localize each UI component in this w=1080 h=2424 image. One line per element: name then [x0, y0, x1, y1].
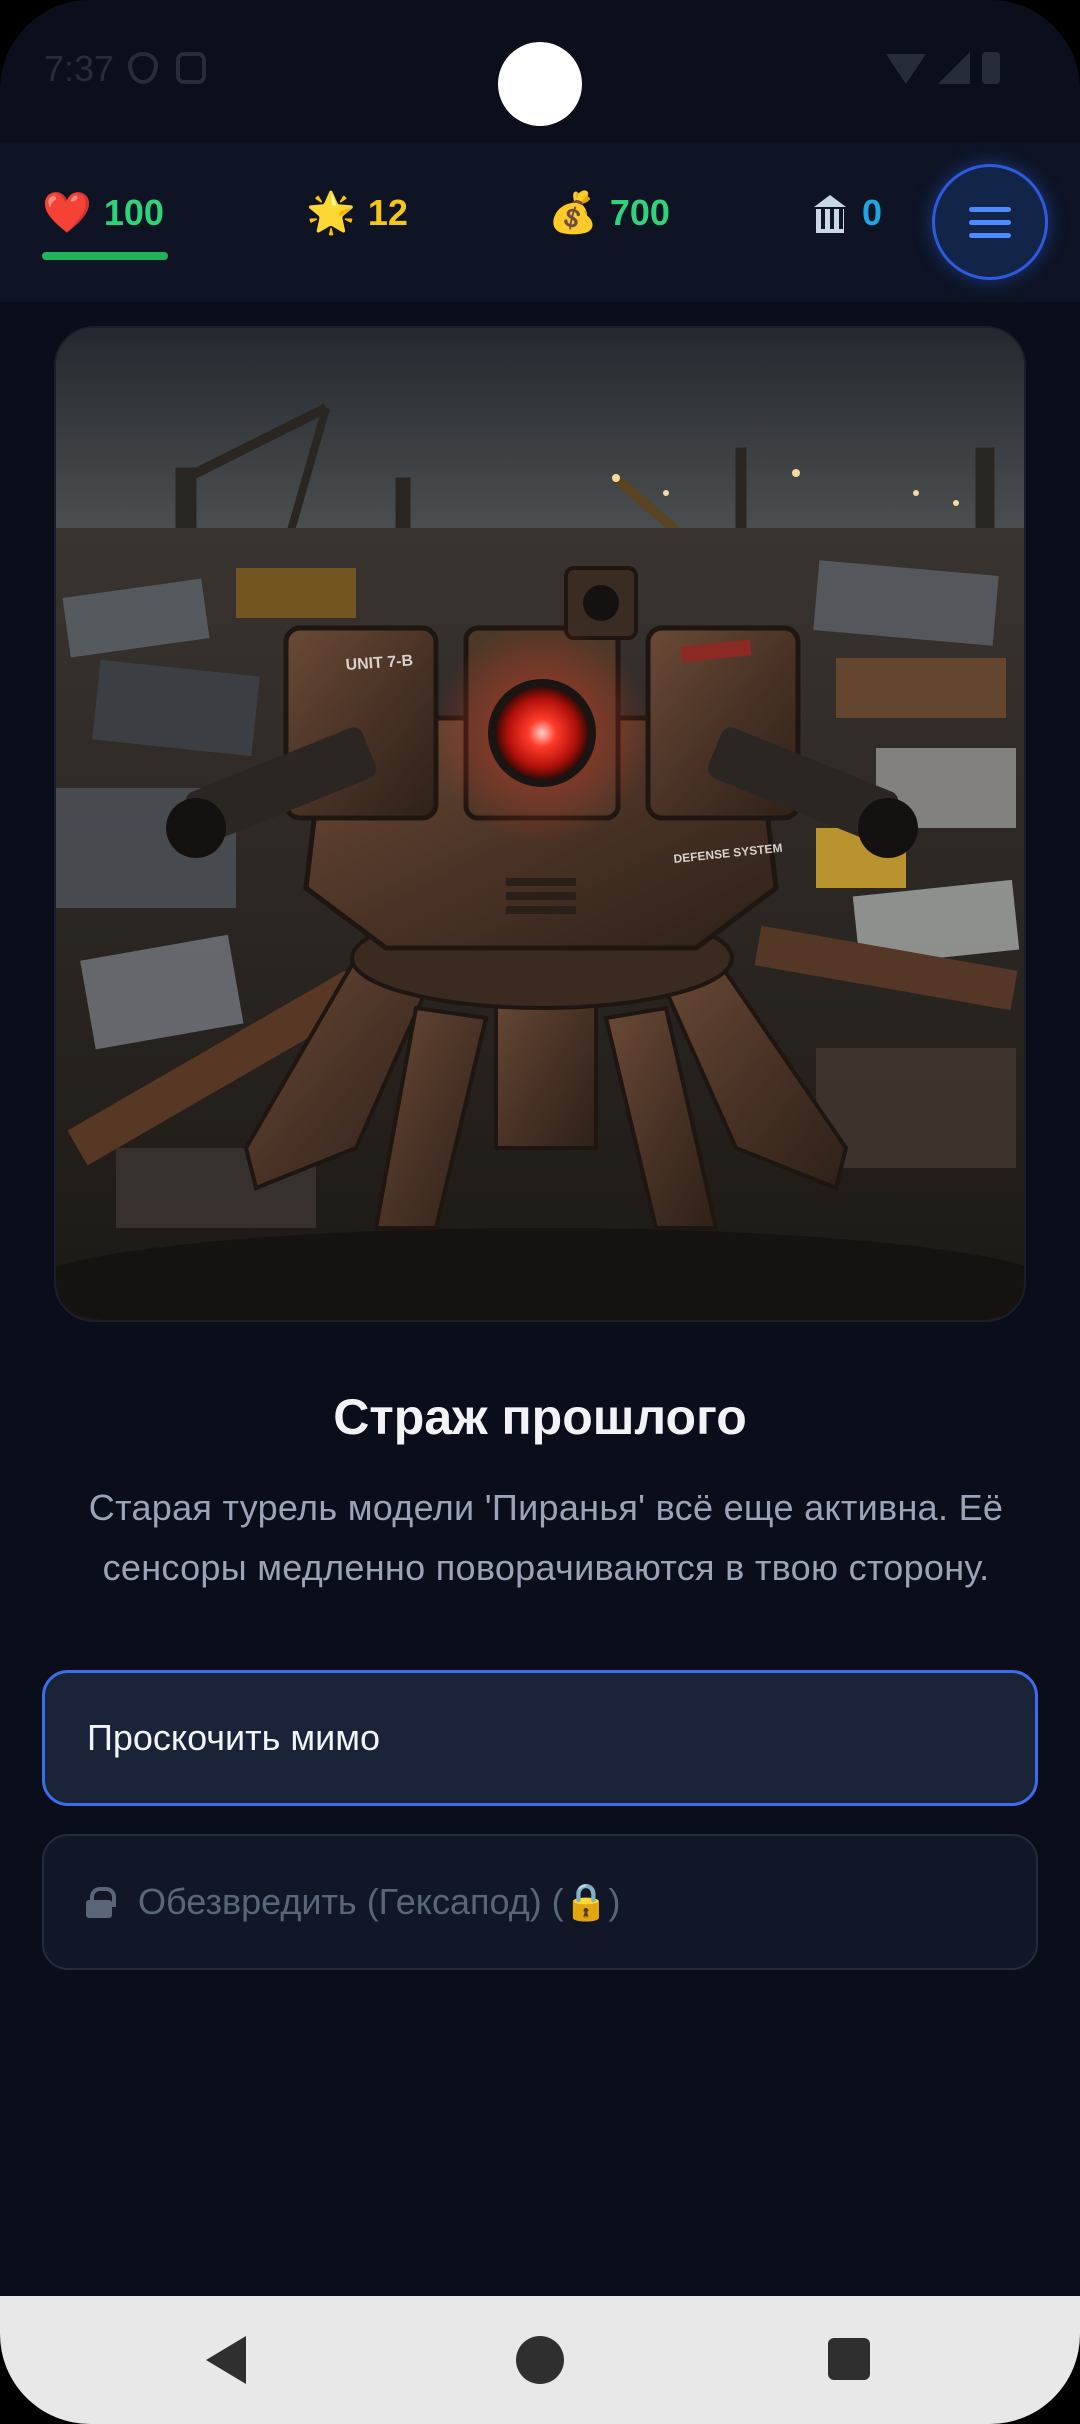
lock-icon [86, 1887, 116, 1918]
game-hud: ❤️ 100 🌟 12 💰 700 0 [0, 142, 1080, 302]
recent-apps-icon[interactable] [828, 2338, 870, 2380]
camera-cutout [498, 42, 582, 126]
cell-signal-icon [938, 52, 970, 84]
choice-disarm-locked-button[interactable]: Обезвредить (Гексапод) (🔒) [42, 1834, 1038, 1970]
home-icon[interactable] [516, 2336, 564, 2384]
sim-card-icon [176, 52, 206, 84]
scene-image: UNIT 7-B DEFENSE SYSTEM [54, 326, 1026, 1322]
status-time: 7:37 [44, 48, 115, 89]
menu-button[interactable] [932, 164, 1048, 280]
choice-sneak-past-button[interactable]: Проскочить мимо [42, 1670, 1038, 1806]
status-notification-icons [128, 52, 206, 84]
hamburger-menu-icon [969, 206, 1011, 212]
stars-stat: 🌟 12 [306, 192, 408, 234]
health-stat: ❤️ 100 [42, 192, 164, 234]
system-navigation-bar [0, 2296, 1080, 2424]
money-stat: 💰 700 [548, 192, 670, 234]
bank-value: 0 [862, 192, 883, 233]
hamburger-line [969, 219, 1011, 225]
health-bar [42, 252, 168, 260]
star-icon: 🌟 [306, 191, 356, 235]
money-bag-icon: 💰 [548, 191, 598, 235]
phone-screen: 7:37 ❤️ 100 🌟 12 💰 700 0 UNIT 7-B DEFENS… [0, 0, 1080, 2424]
status-bar: 7:37 [0, 0, 1080, 142]
bank-stat: 0 [810, 192, 882, 234]
health-value: 100 [103, 192, 164, 233]
event-description: Старая турель модели 'Пиранья' всё еще а… [88, 1487, 1004, 1588]
hamburger-line [969, 232, 1011, 238]
bank-icon [810, 195, 850, 233]
heart-icon: ❤️ [42, 191, 92, 235]
status-system-icons [886, 52, 1000, 84]
money-value: 700 [609, 192, 670, 233]
wifi-icon [886, 54, 926, 84]
choice-label: Обезвредить (Гексапод) (🔒) [138, 1881, 621, 1922]
shield-icon [128, 52, 158, 84]
battery-icon [982, 52, 1000, 84]
stars-value: 12 [367, 192, 408, 233]
choice-label: Проскочить мимо [87, 1717, 381, 1758]
back-icon[interactable] [206, 2336, 246, 2384]
event-title: Страж прошлого [333, 1389, 747, 1445]
health-bar-fill [42, 252, 168, 260]
turret-illustration: UNIT 7-B DEFENSE SYSTEM [56, 328, 1024, 1320]
